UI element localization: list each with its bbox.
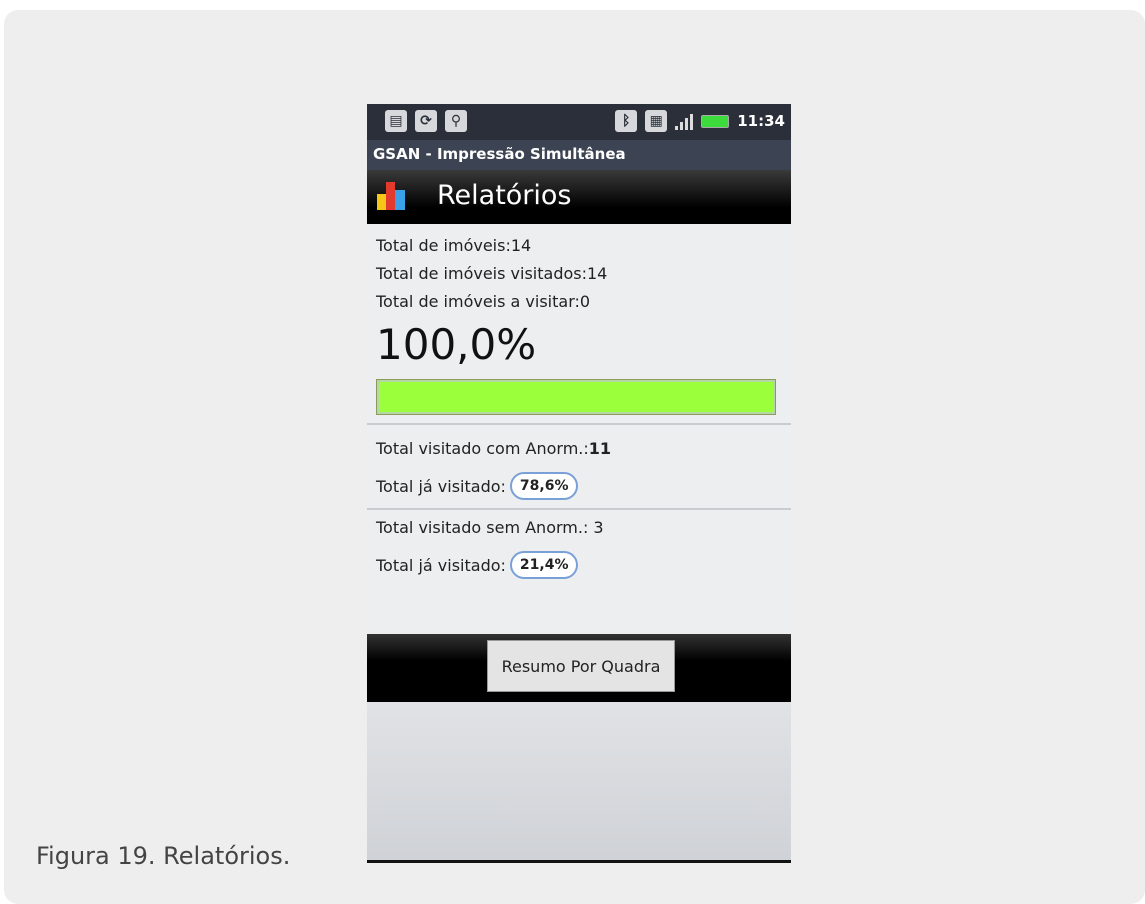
clock: 11:34	[737, 112, 785, 130]
total-imoveis: Total de imóveis:14	[376, 236, 532, 255]
screen-header: Relatórios	[367, 170, 791, 224]
bottom-bar: Resumo Por Quadra	[367, 634, 791, 702]
sem-anorm-visited-row: Total já visitado: 21,4%	[376, 551, 783, 579]
status-left-icons: ▤ ⟳ ⚲	[385, 110, 467, 132]
sim-icon: ▦	[645, 110, 668, 132]
com-anorm-visited-row: Total já visitado: 78,6%	[376, 472, 783, 500]
app-title: GSAN - Impressão Simultânea	[367, 140, 791, 170]
phone-screen: ▤ ⟳ ⚲ ᛒ ▦ 11:34 GSAN - Impressão Simultâ…	[367, 104, 791, 863]
resumo-por-quadra-button[interactable]: Resumo Por Quadra	[487, 640, 675, 692]
sem-anorm-visited-label: Total já visitado:	[376, 555, 506, 575]
status-right-icons: ᛒ ▦ 11:34	[615, 110, 785, 132]
bluetooth-icon: ᛒ	[615, 110, 638, 132]
percent-visited: 100,0%	[376, 320, 537, 369]
com-anorm-value: 11	[588, 439, 612, 458]
total-visitados: Total de imóveis visitados:14	[376, 264, 608, 283]
com-anorm-row: Total visitado com Anorm.: 11	[376, 439, 783, 458]
sem-anorm-visited-badge: 21,4%	[509, 551, 579, 579]
notification-icon: ▤	[385, 110, 407, 132]
signal-icon	[675, 112, 694, 130]
sem-anorm-label: Total visitado sem Anorm.: 3	[376, 518, 604, 537]
divider	[367, 423, 791, 425]
status-bar: ▤ ⟳ ⚲ ᛒ ▦ 11:34	[367, 104, 791, 140]
usb-icon: ⚲	[445, 110, 467, 132]
divider	[367, 508, 791, 510]
progress-bar	[376, 379, 776, 415]
bar-chart-icon	[377, 182, 405, 210]
total-a-visitar: Total de imóveis a visitar:0	[376, 292, 591, 311]
com-anorm-visited-badge: 78,6%	[509, 472, 579, 500]
figure-caption: Figura 19. Relatórios.	[36, 842, 291, 870]
report-content: Total de imóveis:14 Total de imóveis vis…	[367, 224, 791, 579]
battery-icon	[701, 114, 730, 128]
progress-fill	[379, 382, 773, 412]
empty-area	[367, 702, 791, 860]
screen-title: Relatórios	[437, 180, 572, 211]
sem-anorm-row: Total visitado sem Anorm.: 3	[376, 518, 783, 537]
sync-icon: ⟳	[415, 110, 437, 132]
com-anorm-visited-label: Total já visitado:	[376, 476, 506, 496]
com-anorm-label: Total visitado com Anorm.:	[376, 439, 589, 458]
